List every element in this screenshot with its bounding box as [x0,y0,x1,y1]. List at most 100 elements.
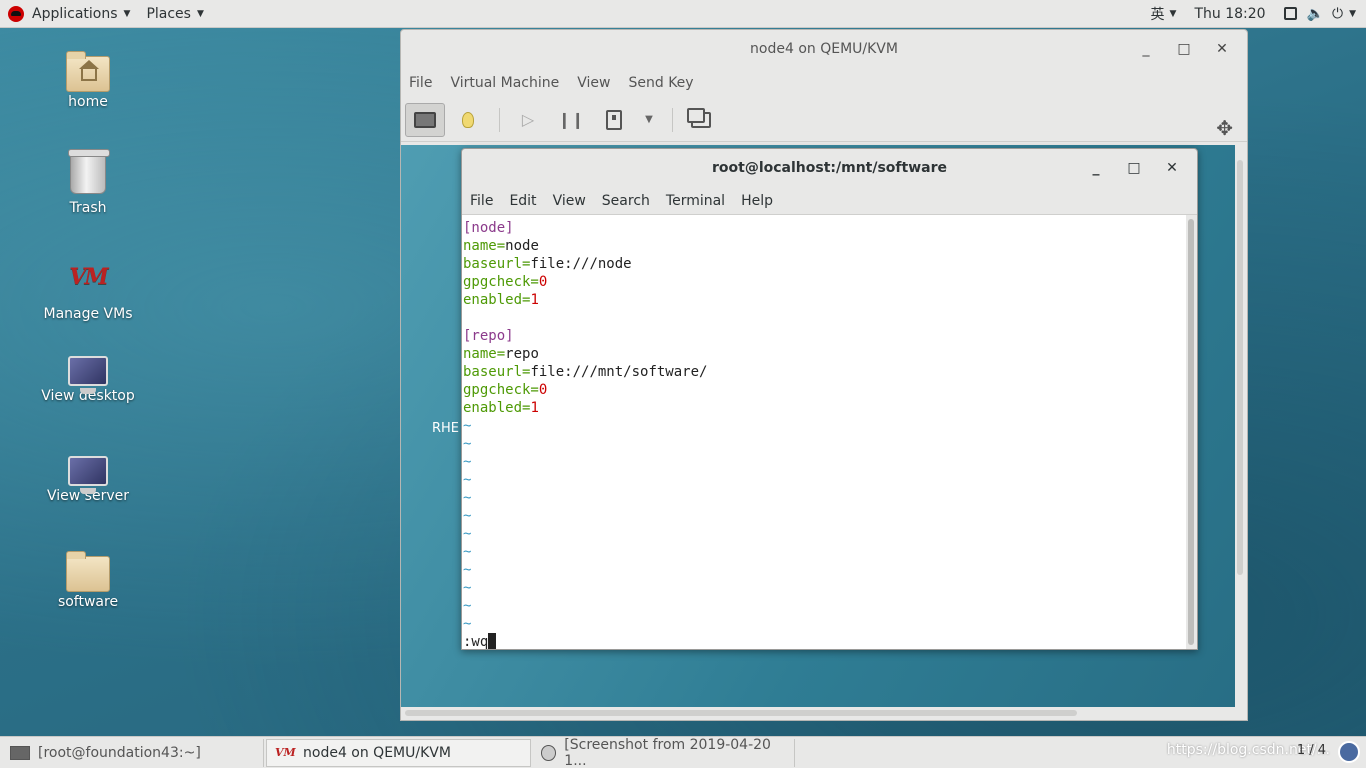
taskbar-item-vm[interactable]: VM node4 on QEMU/KVM [266,738,531,767]
maximize-button[interactable]: □ [1115,160,1153,176]
desktop-icon-label: software [57,594,119,610]
chevron-down-icon: ▼ [123,8,131,19]
terminal-line: enabled=1 [463,400,539,416]
menu-help[interactable]: Help [741,193,773,209]
vm-menubar: File Virtual Machine View Send Key [401,68,1247,98]
minimize-button[interactable]: _ [1077,160,1115,176]
power-icon[interactable]: ⏻ [1332,6,1343,22]
guest-label: RHE [432,421,460,436]
taskbar-item-label: [Screenshot from 2019-04-20 1... [564,736,771,768]
terminal-line: [repo] [463,328,514,344]
chevron-down-icon: ▼ [645,114,653,125]
desktop-icon-home[interactable]: home [38,51,138,110]
workspace-indicator[interactable]: 1 / 4 [1297,743,1326,758]
lightbulb-icon [462,111,474,128]
terminal-line: baseurl=file:///node [463,256,632,272]
vertical-scrollbar[interactable] [1237,160,1243,575]
terminal-line: gpgcheck=0 [463,274,548,290]
notification-icon[interactable] [1338,741,1360,763]
desktop-icon-label: home [68,94,108,110]
window-title: root@localhost:/mnt/software [712,160,947,176]
text-cursor [488,633,497,649]
desktop-icon-trash[interactable]: Trash [38,149,138,216]
desktop-icon-manage-vms[interactable]: VM Manage VMs [38,256,138,322]
terminal-icon [10,745,30,760]
pause-button[interactable]: ❙❙ [551,103,591,137]
vm-toolbar: ▷ ❙❙ ▼ [401,98,1247,142]
terminal-line: baseurl=file:///mnt/software/ [463,364,708,380]
taskbar-item-label: [root@foundation43:~] [38,744,201,761]
desktop-icon-view-server[interactable]: View server [38,452,138,504]
tilde-line: ~ [463,436,472,452]
terminal-line: name=node [463,238,539,254]
close-button[interactable]: ✕ [1153,160,1191,176]
shutdown-button[interactable] [594,103,634,137]
monitor-icon [68,356,108,394]
virt-manager-icon: VM [275,745,296,759]
volume-icon[interactable]: 🔈 [1307,6,1324,22]
tilde-line: ~ [463,562,472,578]
input-method-indicator[interactable]: 英 ▼ [1151,4,1177,24]
tilde-line: ~ [463,490,472,506]
terminal-line: enabled=1 [463,292,539,308]
tilde-line: ~ [463,580,472,596]
chevron-down-icon: ▼ [196,8,204,19]
desktop-icon-label: Trash [69,200,107,216]
tilde-line: ~ [463,616,472,632]
applications-label: Applications [32,5,118,22]
menu-send-key[interactable]: Send Key [628,75,693,91]
menu-terminal[interactable]: Terminal [666,193,725,209]
clock[interactable]: Thu 18:20 [1194,6,1265,22]
monitor-icon [68,456,108,494]
terminal-window: root@localhost:/mnt/software _ □ ✕ File … [461,148,1198,650]
horizontal-scrollbar[interactable] [405,710,1077,716]
shutdown-dropdown-button[interactable]: ▼ [637,103,661,137]
console-view-button[interactable] [405,102,445,137]
tilde-line: ~ [463,418,472,434]
menu-virtual-machine[interactable]: Virtual Machine [450,75,559,91]
places-menu[interactable]: Places ▼ [138,0,211,28]
places-label: Places [146,5,191,22]
snapshots-button[interactable] [681,103,721,137]
home-folder-icon [66,51,110,92]
terminal-menubar: File Edit View Search Terminal Help [462,187,1197,215]
menu-view[interactable]: View [553,193,586,209]
menu-file[interactable]: File [470,193,493,209]
monitor-icon [414,111,436,128]
virt-manager-icon: VM [69,264,108,290]
screen-icon[interactable] [1283,7,1297,20]
pause-icon: ❙❙ [557,110,585,129]
terminal-content[interactable]: [node] name=node baseurl=file:///node gpgch… [462,215,1186,650]
power-device-icon [606,109,622,130]
details-view-button[interactable] [448,103,488,137]
terminal-scrollbar[interactable] [1188,219,1194,645]
top-panel: Applications ▼ Places ▼ 英 ▼ Thu 18:20 🔈 ⏻… [0,0,1366,28]
fullscreen-icon[interactable]: ✥ [1216,116,1233,140]
folder-icon [66,551,110,592]
minimize-button[interactable]: _ [1127,41,1165,57]
menu-search[interactable]: Search [602,193,650,209]
tilde-line: ~ [463,526,472,542]
tilde-line: ~ [463,544,472,560]
taskbar-item-screenshot[interactable]: [Screenshot from 2019-04-20 1... [533,736,795,768]
menu-edit[interactable]: Edit [509,193,536,209]
window-title: node4 on QEMU/KVM [750,41,898,57]
menu-view[interactable]: View [577,75,610,91]
run-button[interactable]: ▷ [508,103,548,137]
chevron-down-icon[interactable]: ▼ [1349,9,1356,19]
terminal-titlebar[interactable]: root@localhost:/mnt/software _ □ ✕ [462,149,1197,187]
image-viewer-icon [541,744,557,761]
taskbar-item-label: node4 on QEMU/KVM [303,744,451,761]
vm-window-titlebar[interactable]: node4 on QEMU/KVM _ □ ✕ [401,30,1247,68]
menu-file[interactable]: File [409,75,432,91]
applications-menu[interactable]: Applications ▼ [0,0,138,28]
maximize-button[interactable]: □ [1165,41,1203,57]
tilde-line: ~ [463,598,472,614]
taskbar-item-terminal[interactable]: [root@foundation43:~] [2,738,264,767]
tilde-line: ~ [463,508,472,524]
redhat-icon [8,5,24,22]
desktop-icon-software[interactable]: software [38,551,138,610]
close-button[interactable]: ✕ [1203,41,1241,57]
desktop-icon-view-desktop[interactable]: View desktop [38,352,138,404]
